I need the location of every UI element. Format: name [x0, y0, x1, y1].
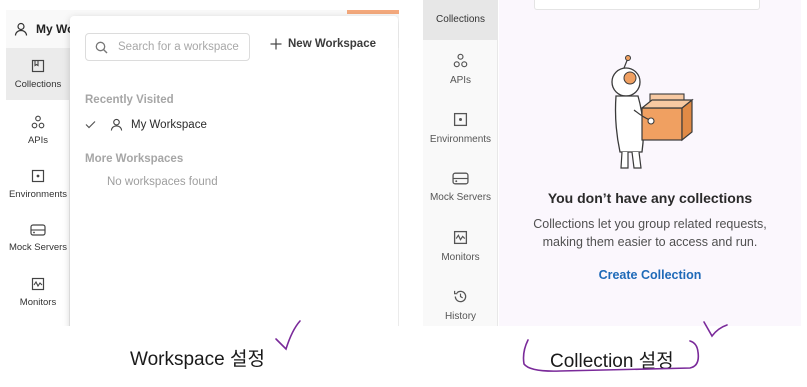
sidebar-item-label: Environments: [429, 133, 492, 145]
sidebar-item-label: Mock Servers: [8, 241, 68, 253]
monitors-icon: [453, 230, 468, 245]
caption-collection: Collection 설정: [550, 351, 674, 372]
empty-state-title: You don’t have any collections: [547, 190, 753, 206]
sidebar-item-label: Mock Servers: [429, 191, 492, 203]
search-bar-edge: [534, 0, 760, 10]
new-workspace-label: New Workspace: [288, 38, 376, 50]
apis-icon: [31, 115, 45, 129]
workspace-list-item[interactable]: My Workspace: [85, 118, 207, 131]
workspace-search-input[interactable]: [118, 41, 243, 53]
sidebar-item-collections[interactable]: Collections: [6, 48, 70, 100]
user-icon: [14, 22, 28, 36]
recently-visited-heading: Recently Visited: [85, 94, 174, 106]
right-screenshot: Collections APIs Environments Mock Serve…: [423, 0, 801, 326]
background-edge: [398, 48, 399, 326]
caption-workspace: Workspace 설정: [130, 349, 265, 370]
environments-icon: [31, 169, 45, 183]
sidebar: Collections APIs Environments Mock Serve…: [6, 48, 70, 326]
left-screenshot: My Workspace Collections APIs Environmen…: [6, 10, 399, 326]
monitors-icon: [31, 277, 45, 291]
sidebar-item-label: Collections: [436, 14, 485, 25]
collections-icon: [31, 59, 45, 73]
empty-state-description: Collections let you group related reques…: [533, 217, 767, 249]
sidebar-item-mock-servers[interactable]: Mock Servers: [423, 158, 498, 216]
search-icon: [95, 41, 108, 54]
workspace-search[interactable]: [85, 33, 250, 61]
sidebar-item-label: Environments: [8, 188, 68, 200]
workspace-name: My Workspace: [131, 118, 207, 131]
sidebar-item-environments[interactable]: Environments: [6, 158, 70, 210]
astronaut-illustration: [604, 54, 700, 177]
more-workspaces-heading: More Workspaces: [85, 153, 184, 165]
new-workspace-button[interactable]: New Workspace: [270, 38, 376, 50]
sidebar-item-label: APIs: [449, 74, 472, 86]
mock-servers-icon: [30, 223, 46, 236]
mock-servers-icon: [452, 172, 469, 185]
sidebar: Collections APIs Environments Mock Serve…: [423, 0, 498, 326]
sidebar-item-label: APIs: [27, 134, 49, 146]
check-icon: [85, 120, 96, 129]
workspace-dropdown: New Workspace Recently Visited My Worksp…: [70, 16, 398, 326]
create-collection-link[interactable]: Create Collection: [499, 268, 801, 282]
sidebar-item-history[interactable]: History: [423, 276, 498, 326]
collections-empty-state: You don’t have any collections Collectio…: [499, 0, 801, 326]
history-icon: [453, 289, 468, 304]
sidebar-item-label: History: [444, 310, 477, 322]
sidebar-item-label: Monitors: [441, 251, 480, 263]
apis-icon: [453, 53, 468, 68]
environments-icon: [453, 112, 468, 127]
sidebar-item-apis[interactable]: APIs: [423, 40, 498, 98]
sidebar-item-mock-servers[interactable]: Mock Servers: [6, 212, 70, 264]
plus-icon: [270, 38, 282, 50]
sidebar-item-monitors[interactable]: Monitors: [6, 266, 70, 318]
sidebar-item-collections[interactable]: Collections: [423, 0, 498, 40]
accent-strip: [347, 10, 399, 14]
user-icon: [110, 118, 123, 131]
sidebar-item-label: Monitors: [19, 296, 57, 308]
sidebar-item-apis[interactable]: APIs: [6, 104, 70, 156]
sidebar-item-monitors[interactable]: Monitors: [423, 217, 498, 275]
sidebar-item-environments[interactable]: Environments: [423, 99, 498, 157]
sidebar-item-label: Collections: [14, 78, 62, 90]
empty-workspaces-message: No workspaces found: [107, 176, 218, 188]
